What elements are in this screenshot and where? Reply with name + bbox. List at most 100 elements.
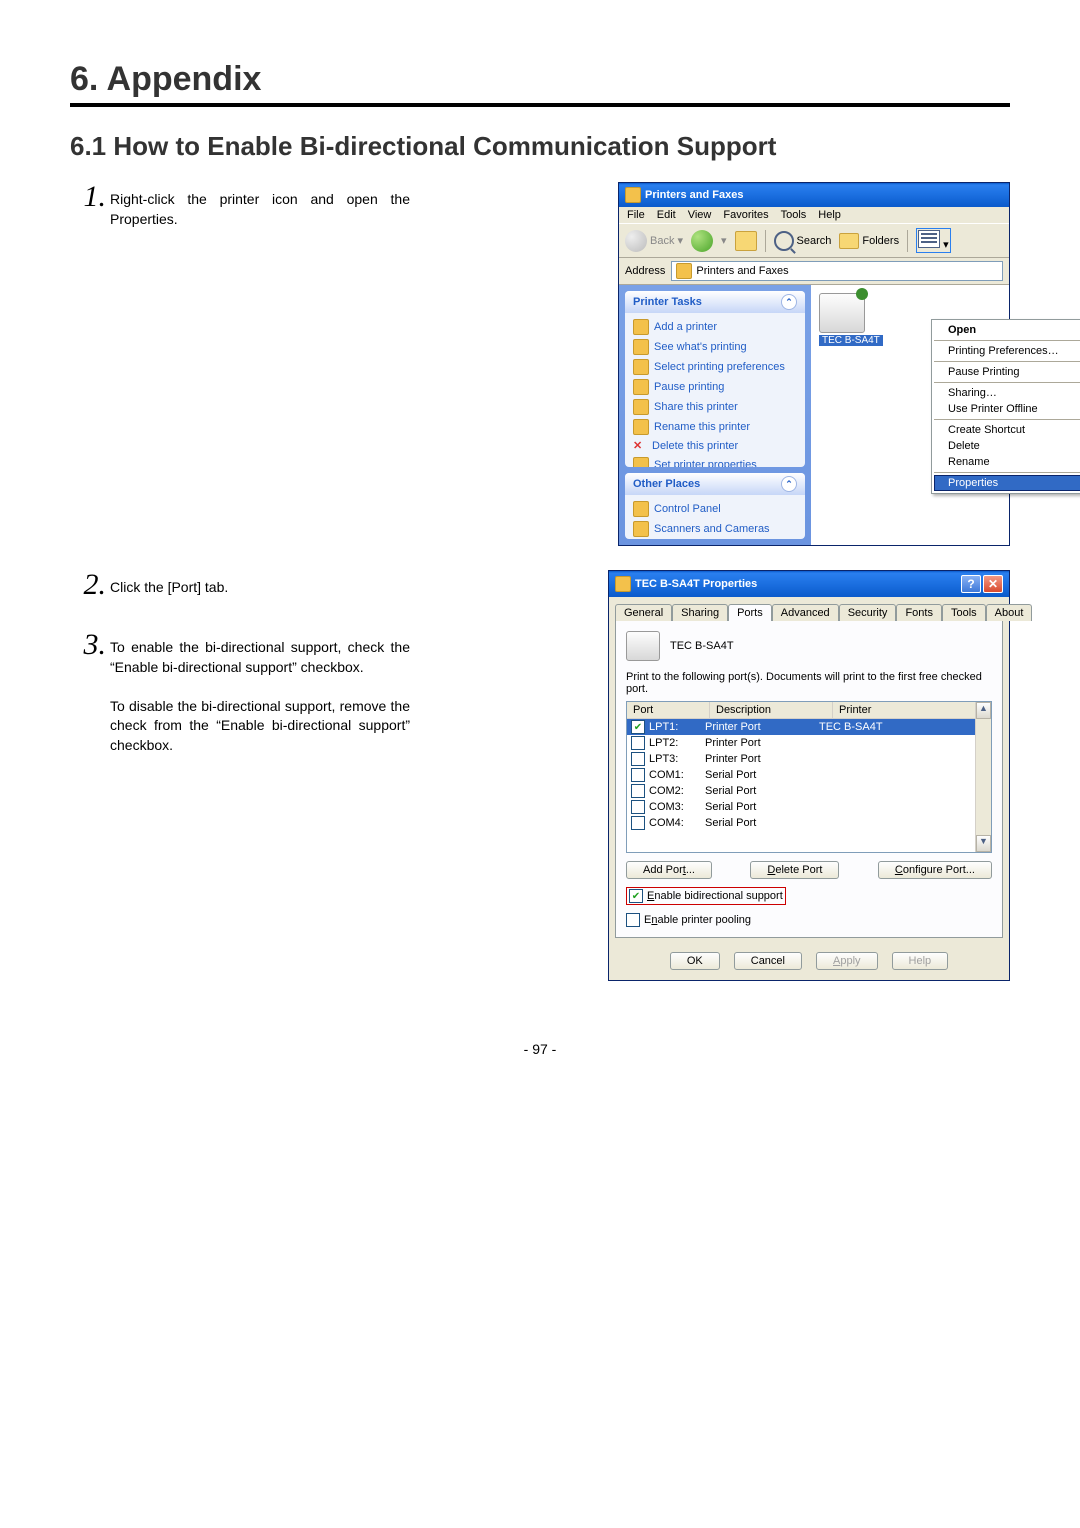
task-see-printing[interactable]: See what's printing (633, 337, 797, 357)
col-description[interactable]: Description (710, 702, 833, 718)
ctx-open[interactable]: Open (934, 322, 1080, 338)
ctx-rename[interactable]: Rename (934, 454, 1080, 470)
cancel-button[interactable]: Cancel (734, 952, 802, 970)
tab-about[interactable]: About (986, 604, 1033, 621)
port-description: Printer Port (705, 737, 815, 749)
task-rename[interactable]: Rename this printer (633, 417, 797, 437)
port-checkbox[interactable] (631, 784, 645, 798)
apply-button[interactable]: Apply (816, 952, 878, 970)
ctx-shortcut[interactable]: Create Shortcut (934, 422, 1080, 438)
printer-icon (819, 293, 865, 333)
menubar: File Edit View Favorites Tools Help (619, 207, 1009, 223)
task-pause[interactable]: Pause printing (633, 377, 797, 397)
menu-view[interactable]: View (688, 209, 712, 221)
menu-help[interactable]: Help (818, 209, 841, 221)
port-name: COM1: (649, 769, 701, 781)
port-row[interactable]: ✔LPT1:Printer PortTEC B-SA4T (627, 719, 991, 735)
help-button[interactable]: ? (961, 575, 981, 593)
collapse-icon[interactable]: ⌃ (781, 294, 797, 310)
printer-item[interactable]: TEC B-SA4T (819, 293, 883, 346)
task-preferences[interactable]: Select printing preferences (633, 357, 797, 377)
port-checkbox[interactable] (631, 768, 645, 782)
port-checkbox[interactable] (631, 736, 645, 750)
toolbar-separator (765, 230, 766, 252)
port-name: COM4: (649, 817, 701, 829)
prefs-icon (633, 359, 649, 375)
ctx-sharing[interactable]: Sharing… (934, 385, 1080, 401)
col-printer[interactable]: Printer (833, 702, 991, 718)
address-field[interactable]: Printers and Faxes (671, 261, 1003, 281)
dialog-buttons: OK Cancel Apply Help (609, 944, 1009, 980)
task-share[interactable]: Share this printer (633, 397, 797, 417)
other-scanners[interactable]: Scanners and Cameras (633, 519, 797, 539)
ctx-delete[interactable]: Delete (934, 438, 1080, 454)
back-label: Back (650, 235, 674, 247)
step-2-text: Click the [Port] tab. (110, 570, 228, 598)
menu-edit[interactable]: Edit (657, 209, 676, 221)
tab-ports[interactable]: Ports (728, 604, 772, 621)
bidirectional-highlight: ✔ Enable bidirectional support (626, 887, 786, 905)
see-printing-icon (633, 339, 649, 355)
port-row[interactable]: COM2:Serial Port (627, 783, 991, 799)
section-title: 6.1 How to Enable Bi-directional Communi… (70, 131, 1010, 162)
ctx-offline[interactable]: Use Printer Offline (934, 401, 1080, 417)
port-checkbox[interactable] (631, 752, 645, 766)
tab-advanced[interactable]: Advanced (772, 604, 839, 621)
add-port-button[interactable]: Add Port... (626, 861, 712, 879)
pooling-checkbox[interactable] (626, 913, 640, 927)
port-description: Serial Port (705, 769, 815, 781)
menu-file[interactable]: File (627, 209, 645, 221)
scrollbar[interactable]: ▲ ▼ (975, 702, 991, 852)
views-button[interactable]: ▾ (916, 228, 951, 253)
port-description: Serial Port (705, 801, 815, 813)
collapse-icon[interactable]: ⌃ (781, 476, 797, 492)
tab-tools[interactable]: Tools (942, 604, 986, 621)
bidirectional-checkbox[interactable]: ✔ (629, 889, 643, 903)
tab-sharing[interactable]: Sharing (672, 604, 728, 621)
configure-port-button[interactable]: Configure Port... (878, 861, 992, 879)
ports-header: Port Description Printer (627, 702, 991, 719)
delete-port-button[interactable]: Delete Port (750, 861, 839, 879)
ctx-preferences[interactable]: Printing Preferences… (934, 343, 1080, 359)
scroll-up-icon[interactable]: ▲ (976, 702, 991, 719)
ok-button[interactable]: OK (670, 952, 720, 970)
step-3-text: To enable the bi-directional support, ch… (110, 630, 410, 756)
task-add-printer[interactable]: Add a printer (633, 317, 797, 337)
folders-button[interactable]: Folders (839, 233, 899, 249)
port-checkbox[interactable]: ✔ (631, 720, 645, 734)
other-places-title: Other Places (633, 478, 700, 490)
back-button[interactable]: Back ▾ (625, 230, 683, 252)
port-checkbox[interactable] (631, 800, 645, 814)
port-row[interactable]: LPT2:Printer Port (627, 735, 991, 751)
ctx-separator (934, 419, 1080, 420)
ports-list: Port Description Printer ✔LPT1:Printer P… (626, 701, 992, 853)
close-button[interactable]: ✕ (983, 575, 1003, 593)
port-row[interactable]: COM3: Serial Port (627, 799, 991, 815)
port-row[interactable]: COM1: Serial Port (627, 767, 991, 783)
port-name: COM3: (649, 801, 701, 813)
menu-tools[interactable]: Tools (781, 209, 807, 221)
task-properties[interactable]: Set printer properties (633, 455, 797, 467)
tab-security[interactable]: Security (839, 604, 897, 621)
back-icon (625, 230, 647, 252)
menu-favorites[interactable]: Favorites (723, 209, 768, 221)
scroll-down-icon[interactable]: ▼ (976, 835, 991, 852)
dialog-title: TEC B-SA4T Properties (635, 578, 757, 590)
help-button[interactable]: Help (892, 952, 949, 970)
port-row[interactable]: COM4:Serial Port (627, 815, 991, 831)
ctx-pause[interactable]: Pause Printing (934, 364, 1080, 380)
port-row[interactable]: LPT3:Printer Port (627, 751, 991, 767)
col-port[interactable]: Port (627, 702, 710, 718)
printer-tasks-title: Printer Tasks (633, 296, 702, 308)
tab-general[interactable]: General (615, 604, 672, 621)
search-button[interactable]: Search (774, 231, 832, 251)
tab-fonts[interactable]: Fonts (896, 604, 942, 621)
other-control-panel[interactable]: Control Panel (633, 499, 797, 519)
toolbar: Back ▾ ▾ Search Folders ▾ (619, 223, 1009, 258)
port-checkbox[interactable] (631, 816, 645, 830)
ctx-properties[interactable]: Properties (934, 475, 1080, 491)
forward-icon[interactable] (691, 230, 713, 252)
task-delete[interactable]: ✕Delete this printer (633, 437, 797, 455)
up-icon[interactable] (735, 231, 757, 251)
step-3-number: 3. (70, 630, 110, 660)
